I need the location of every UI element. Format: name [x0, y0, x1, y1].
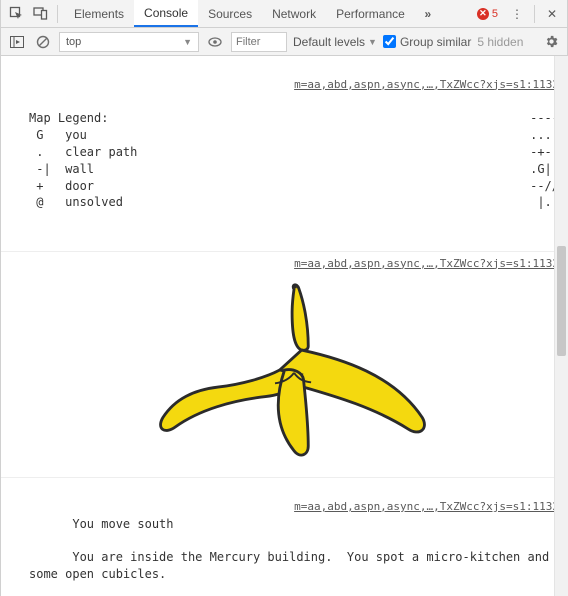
close-icon[interactable]: ✕ — [541, 3, 563, 25]
log-message-story: m=aa,abd,aspn,async,…,TxZWcc?xjs=s1:1132… — [1, 478, 567, 596]
tab-network[interactable]: Network — [262, 0, 326, 27]
chevron-down-icon: ▼ — [368, 37, 377, 47]
live-expression-icon[interactable] — [205, 32, 225, 52]
device-toggle-icon[interactable] — [29, 3, 51, 25]
more-tabs-icon[interactable]: » — [417, 3, 439, 25]
tab-performance[interactable]: Performance — [326, 0, 415, 27]
story-p1: You are inside the Mercury building. You… — [29, 550, 556, 581]
inspect-icon[interactable] — [5, 3, 27, 25]
group-similar-checkbox[interactable]: Group similar — [383, 35, 471, 49]
log-levels-select[interactable]: Default levels ▼ — [293, 35, 377, 49]
banana-peel-icon — [144, 275, 444, 465]
context-value: top — [66, 36, 81, 48]
error-count: 5 — [492, 8, 498, 20]
console-toolbar: top ▼ Default levels ▼ Group similar 5 h… — [1, 28, 567, 56]
tab-elements[interactable]: Elements — [64, 0, 134, 27]
log-levels-label: Default levels — [293, 35, 365, 49]
scrollbar-thumb[interactable] — [557, 246, 566, 356]
error-count-badge[interactable]: ✕ 5 — [477, 8, 498, 20]
error-dot-icon: ✕ — [477, 8, 489, 20]
tab-sources[interactable]: Sources — [198, 0, 262, 27]
scrollbar[interactable] — [554, 56, 568, 596]
map-legend: Map Legend: G you . clear path -| wall +… — [29, 110, 137, 211]
chevron-down-icon: ▼ — [183, 37, 192, 47]
console-output: m=aa,abd,aspn,async,…,TxZWcc?xjs=s1:1132… — [1, 56, 567, 596]
group-similar-label: Group similar — [400, 35, 471, 49]
story-move: You move south — [72, 517, 173, 531]
gear-icon[interactable] — [541, 32, 561, 52]
log-message: m=aa,abd,aspn,async,…,TxZWcc?xjs=s1:1132… — [1, 56, 567, 252]
hidden-count: 5 hidden — [477, 35, 523, 49]
toggle-sidebar-icon[interactable] — [7, 32, 27, 52]
clear-console-icon[interactable] — [33, 32, 53, 52]
source-link[interactable]: m=aa,abd,aspn,async,…,TxZWcc?xjs=s1:1132 — [294, 499, 559, 514]
devtools-tabbar: Elements Console Sources Network Perform… — [1, 0, 567, 28]
tab-console[interactable]: Console — [134, 0, 198, 27]
log-message-image: m=aa,abd,aspn,async,…,TxZWcc?xjs=s1:1132 — [1, 252, 567, 478]
filter-input[interactable] — [231, 32, 287, 52]
kebab-menu-icon[interactable]: ⋮ — [506, 3, 528, 25]
source-link[interactable]: m=aa,abd,aspn,async,…,TxZWcc?xjs=s1:1132 — [294, 256, 559, 271]
group-similar-input[interactable] — [383, 35, 396, 48]
source-link[interactable]: m=aa,abd,aspn,async,…,TxZWcc?xjs=s1:1132 — [294, 77, 559, 92]
context-select[interactable]: top ▼ — [59, 32, 199, 52]
